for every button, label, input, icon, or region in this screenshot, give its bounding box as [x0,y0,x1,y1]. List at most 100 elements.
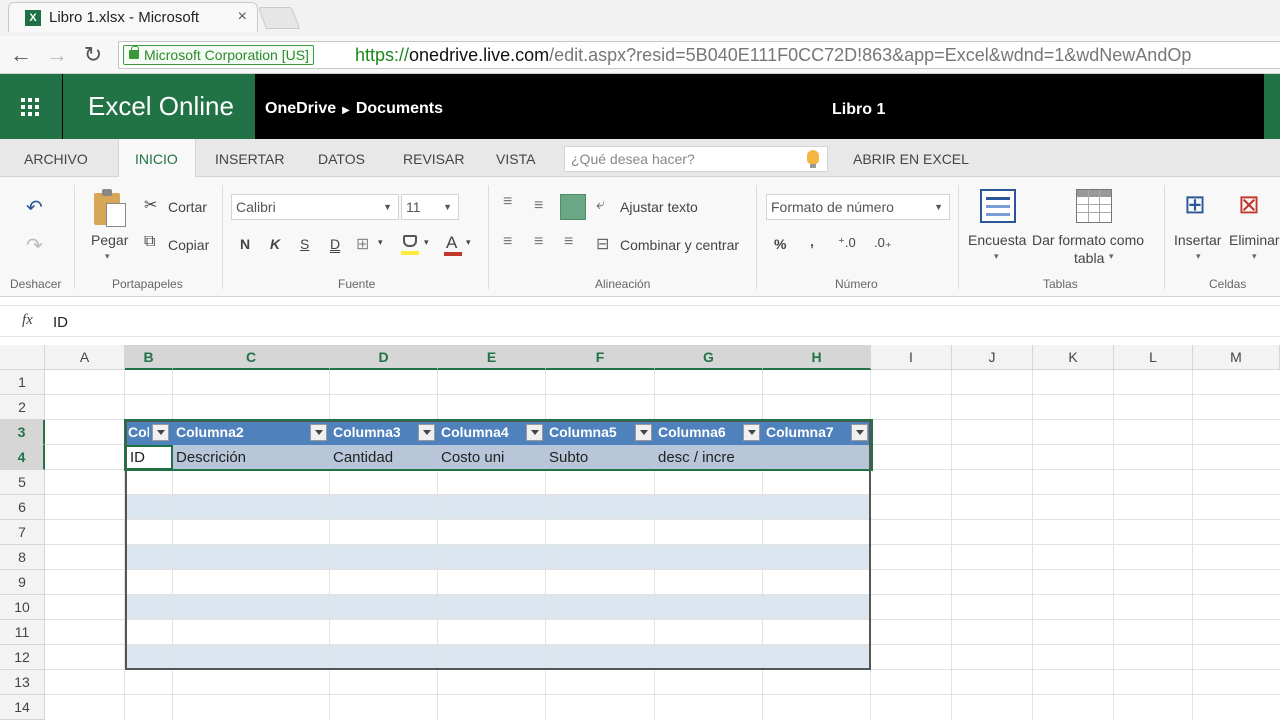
row-header-6[interactable]: 6 [0,495,45,520]
row-header-12[interactable]: 12 [0,645,45,670]
paste-dropdown-icon[interactable]: ▾ [105,251,110,262]
fill-color-icon[interactable] [401,235,419,255]
tab-archivo[interactable]: ARCHIVO [24,139,88,177]
column-header-i[interactable]: I [871,345,952,370]
merge-center-button[interactable]: Combinar y centrar [620,237,739,253]
column-header-h[interactable]: H [763,345,871,370]
column-header-c[interactable]: C [173,345,330,370]
column-header-j[interactable]: J [952,345,1033,370]
row-header-11[interactable]: 11 [0,620,45,645]
browser-tab[interactable]: X Libro 1.xlsx - Microsoft × [8,2,258,32]
insert-dropdown-icon[interactable]: ▾ [1196,251,1201,262]
survey-dropdown-icon[interactable]: ▾ [994,251,999,262]
open-in-excel-button[interactable]: ABRIR EN EXCEL [853,139,969,177]
format-as-table-icon[interactable] [1076,189,1112,223]
increase-decimal-icon[interactable]: ⁺.0 [838,235,856,251]
format-as-table-button-line2[interactable]: tabla [1074,250,1104,266]
borders-dropdown-icon[interactable]: ▾ [378,237,383,248]
font-color-dropdown-icon[interactable]: ▾ [466,237,471,248]
new-tab-button[interactable] [257,7,301,29]
formula-bar[interactable]: fx ID [0,305,1280,337]
number-format-select[interactable]: Formato de número ▼ [766,194,950,220]
row-header-2[interactable]: 2 [0,395,45,420]
redo-icon[interactable]: ↷ [26,233,43,258]
address-bar[interactable]: Microsoft Corporation [US] https://onedr… [118,41,1280,69]
undo-icon[interactable]: ↶ [26,195,43,220]
align-left-icon[interactable]: ≡ [503,233,512,251]
column-header-d[interactable]: D [330,345,438,370]
align-top-icon[interactable]: ≡ [503,193,512,211]
header-right-button[interactable] [1264,74,1280,139]
percent-button[interactable]: % [774,236,786,252]
tab-insertar[interactable]: INSERTAR [215,139,285,177]
italic-button[interactable]: K [270,236,280,252]
column-header-g[interactable]: G [655,345,763,370]
insert-cells-button[interactable]: Insertar [1174,232,1221,248]
document-title[interactable]: Libro 1 [832,74,885,139]
align-center-icon[interactable]: ≡ [534,233,543,251]
align-middle-icon[interactable]: ≡ [534,197,543,215]
formula-bar-value[interactable]: ID [53,314,68,331]
delete-dropdown-icon[interactable]: ▾ [1252,251,1257,262]
align-bottom-icon[interactable] [560,194,586,220]
row-header-4[interactable]: 4 [0,445,45,470]
row-header-10[interactable]: 10 [0,595,45,620]
breadcrumb-onedrive[interactable]: OneDrive [265,100,336,117]
fill-color-dropdown-icon[interactable]: ▾ [424,237,429,248]
tab-inicio[interactable]: INICIO [118,139,196,178]
bold-button[interactable]: N [240,236,250,252]
tab-vista[interactable]: VISTA [496,139,535,177]
format-as-table-dropdown-icon[interactable]: ▾ [1109,251,1114,262]
font-size-select[interactable]: 11 ▼ [401,194,459,220]
comma-style-button[interactable]: ‚ [810,233,814,249]
row-header-1[interactable]: 1 [0,370,45,395]
paste-clipboard-icon[interactable] [94,189,128,227]
app-launcher-button[interactable] [0,74,62,139]
back-arrow-icon[interactable]: ← [8,42,34,68]
row-header-13[interactable]: 13 [0,670,45,695]
underline-button[interactable]: S [300,236,309,252]
row-header-8[interactable]: 8 [0,545,45,570]
app-name[interactable]: Excel Online [63,74,255,139]
tab-close-icon[interactable]: × [238,8,247,26]
scissors-icon[interactable]: ✂ [144,195,157,215]
delete-cells-button[interactable]: Eliminar [1229,232,1280,248]
reload-icon[interactable]: ↻ [80,42,106,68]
column-header-m[interactable]: M [1193,345,1280,370]
font-name-select[interactable]: Calibri ▼ [231,194,399,220]
url-text[interactable]: https://onedrive.live.com/edit.aspx?resi… [355,45,1191,66]
copy-button[interactable]: Copiar [168,237,209,253]
breadcrumb-documents[interactable]: Documents [356,100,443,117]
row-header-3[interactable]: 3 [0,420,45,445]
cut-button[interactable]: Cortar [168,199,207,215]
format-as-table-button[interactable]: Dar formato como [1032,232,1144,248]
delete-cells-icon[interactable]: ⊠ [1238,189,1260,220]
column-header-l[interactable]: L [1114,345,1193,370]
function-icon[interactable]: fx [22,312,33,329]
align-right-icon[interactable]: ≡ [564,233,573,251]
security-indicator[interactable]: Microsoft Corporation [US] [123,45,314,65]
font-color-button[interactable]: A [446,233,457,253]
forward-arrow-icon[interactable]: → [44,42,70,68]
column-header-e[interactable]: E [438,345,546,370]
paste-button[interactable]: Pegar [91,232,128,248]
row-header-7[interactable]: 7 [0,520,45,545]
column-header-k[interactable]: K [1033,345,1114,370]
copy-icon[interactable]: ⧉ [144,233,155,251]
tell-me-input[interactable]: ¿Qué desea hacer? [564,146,828,172]
survey-button[interactable]: Encuesta [968,232,1026,248]
survey-icon[interactable] [980,189,1016,223]
select-all-corner[interactable] [0,345,45,370]
column-header-a[interactable]: A [45,345,125,370]
double-underline-button[interactable]: D [330,236,340,252]
row-header-9[interactable]: 9 [0,570,45,595]
tab-datos[interactable]: DATOS [318,139,365,177]
column-header-b[interactable]: B [125,345,173,370]
wrap-text-button[interactable]: Ajustar texto [620,199,698,215]
column-header-f[interactable]: F [546,345,655,370]
tab-revisar[interactable]: REVISAR [403,139,464,177]
insert-cells-icon[interactable]: ⊞ [1184,189,1206,220]
merge-center-icon[interactable]: ⊟ [596,234,609,254]
row-header-5[interactable]: 5 [0,470,45,495]
borders-icon[interactable]: ⊞ [356,234,369,254]
